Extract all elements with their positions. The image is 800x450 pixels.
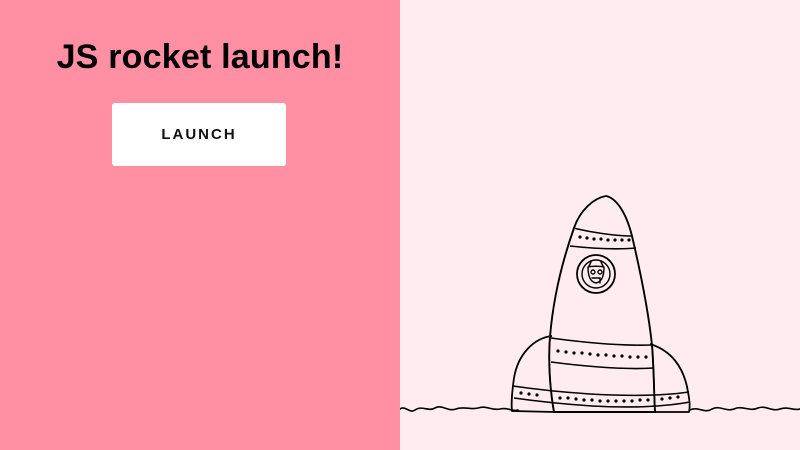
middle-rivets [556,349,648,359]
rocket-window [576,254,616,294]
pilot-icon [587,261,605,284]
rocket-right-fin [649,343,691,413]
page-title: JS rocket launch! [56,38,344,76]
app-root: JS rocket launch! LAUNCH [0,0,800,450]
rocket-body [548,195,656,413]
launch-scene [400,195,800,413]
ground-line-right [689,406,800,412]
ground-line [400,406,519,412]
control-panel: JS rocket launch! LAUNCH [0,0,400,450]
rocket-icon [510,195,691,413]
launch-button[interactable]: LAUNCH [112,103,286,166]
launch-scene-panel [400,0,800,450]
